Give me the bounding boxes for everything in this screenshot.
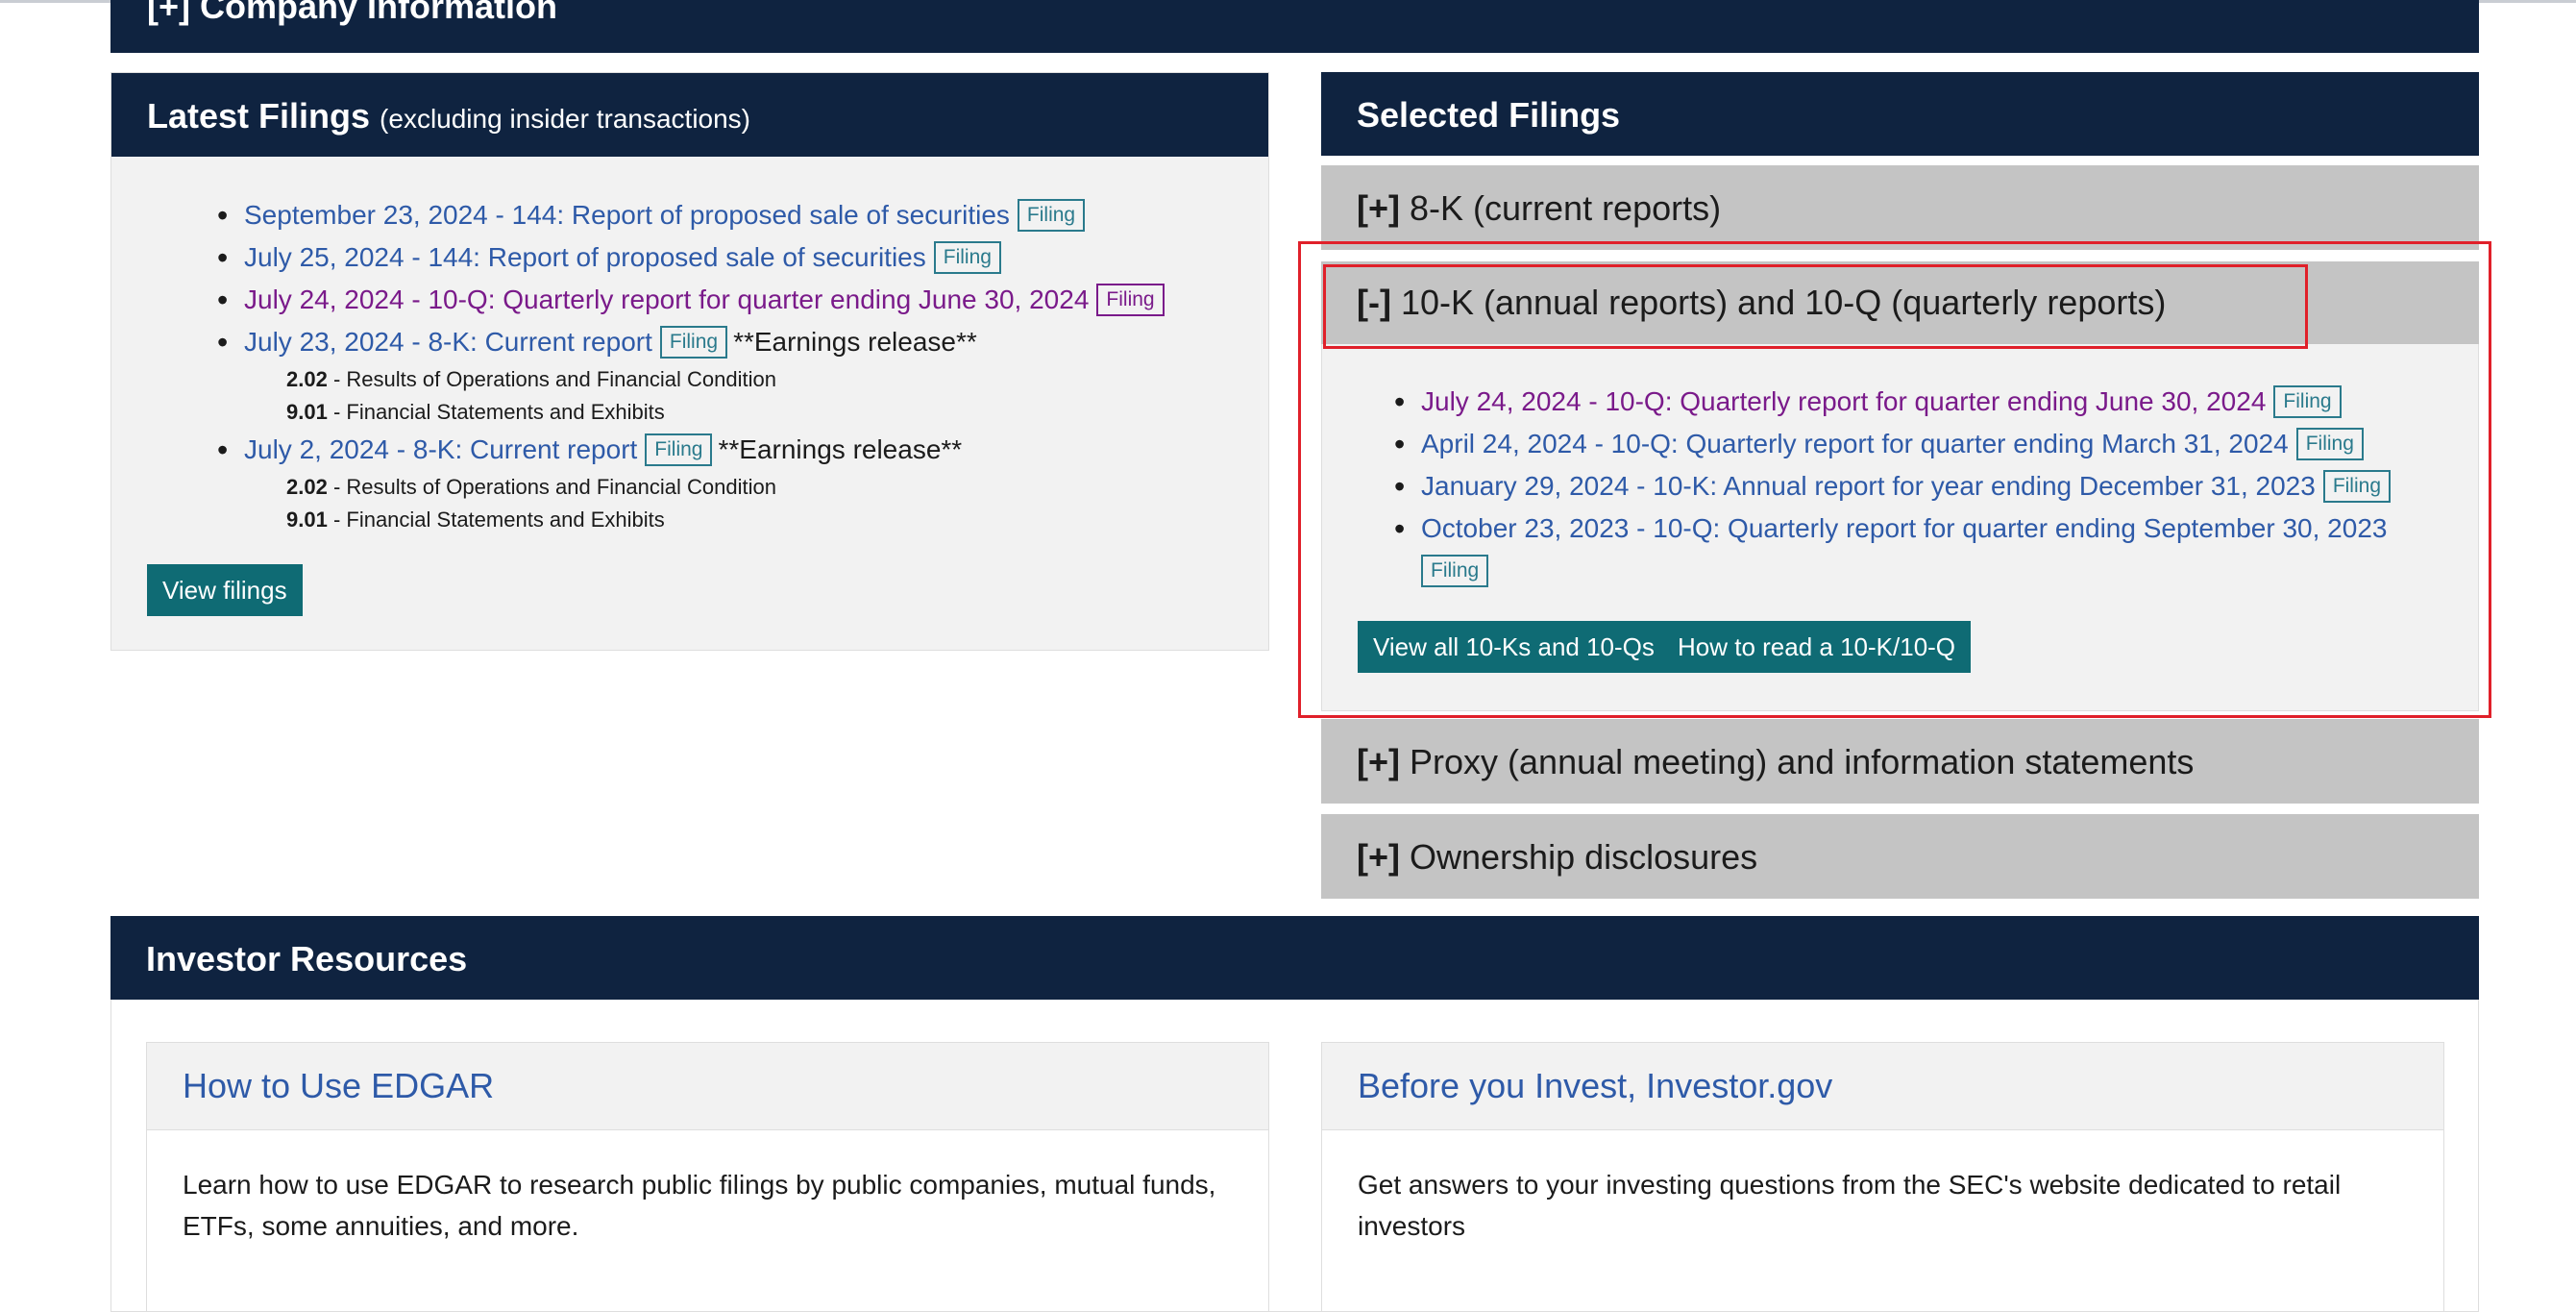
section-toggle-10k-10q[interactable]: [-] 10-K (annual reports) and 10-Q (quar… [1321,261,2479,344]
filing-badge[interactable]: Filing [645,433,713,466]
item-description: - Results of Operations and Financial Co… [327,475,776,499]
investor-resources-header: Investor Resources [110,916,2479,1000]
filing-link[interactable]: October 23, 2023 - 10-Q: Quarterly repor… [1421,513,2387,543]
list-item: July 25, 2024 - 144: Report of proposed … [217,236,1165,279]
item-description: - Financial Statements and Exhibits [327,507,665,532]
company-information-label: [+] Company Information [147,0,558,26]
filing-link[interactable]: July 24, 2024 - 10-Q: Quarterly report f… [244,285,1089,314]
item-code: 2.02 [286,475,328,499]
section-toggle-8k[interactable]: [+] 8-K (current reports) [1321,165,2479,250]
company-information-toggle[interactable]: [+] Company Information [110,0,2479,53]
item-code: 9.01 [286,507,328,532]
latest-filings-title: Latest Filings (excluding insider transa… [147,96,750,136]
section-label-text: Ownership disclosures [1410,837,1758,877]
list-item: April 24, 2024 - 10-Q: Quarterly report … [1394,423,2391,465]
filing-link[interactable]: July 24, 2024 - 10-Q: Quarterly report f… [1421,386,2266,416]
section-label-proxy: [+] Proxy (annual meeting) and informati… [1357,742,2194,782]
investor-resources-title: Investor Resources [146,939,468,978]
section-label-text: Proxy (annual meeting) and information s… [1410,742,2195,781]
expand-toggle: [+] [1357,742,1400,781]
filing-link[interactable]: April 24, 2024 - 10-Q: Quarterly report … [1421,429,2289,458]
section-body-10k-10q: July 24, 2024 - 10-Q: Quarterly report f… [1321,344,2479,711]
section-toggle-ownership[interactable]: [+] Ownership disclosures [1321,814,2479,899]
filing-link[interactable]: January 29, 2024 - 10-K: Annual report f… [1421,471,2316,501]
card-header: Before you Invest, Investor.gov [1322,1043,2443,1130]
latest-filings-panel: Latest Filings (excluding insider transa… [110,72,1269,651]
card-description: Get answers to your investing questions … [1358,1170,2342,1241]
filing-badge[interactable]: Filing [1421,555,1489,587]
filing-badge[interactable]: Filing [2295,428,2364,460]
list-item: September 23, 2024 - 144: Report of prop… [217,194,1165,236]
latest-filings-subtitle: (excluding insider transactions) [380,104,751,134]
resource-card-edgar: How to Use EDGAR Learn how to use EDGAR … [146,1042,1269,1312]
filing-badge[interactable]: Filing [659,326,728,359]
filing-badge[interactable]: Filing [2322,470,2391,503]
investor-gov-link[interactable]: Before you Invest, Investor.gov [1358,1066,1832,1106]
how-to-read-10k-button[interactable]: How to read a 10-K/10-Q [1662,621,1972,673]
collapse-toggle: [-] [1357,283,1391,322]
view-all-10k-10q-button[interactable]: View all 10-Ks and 10-Qs [1358,621,1670,673]
item-code: 2.02 [286,367,328,391]
card-description: Learn how to use EDGAR to research publi… [183,1170,1216,1241]
list-item: July 23, 2024 - 8-K: Current reportFilin… [217,321,1165,363]
card-header: How to Use EDGAR [147,1043,1268,1130]
filing-link[interactable]: July 2, 2024 - 8-K: Current report [244,434,637,464]
filing-badge[interactable]: Filing [2273,385,2342,418]
section-label-10k-10q: [-] 10-K (annual reports) and 10-Q (quar… [1357,283,2166,323]
item-description: - Financial Statements and Exhibits [327,400,665,424]
list-item: January 29, 2024 - 10-K: Annual report f… [1394,465,2391,507]
item-detail: 2.02 - Results of Operations and Financi… [217,471,1165,504]
selected-filings-header: Selected Filings [1321,72,2479,156]
how-to-use-edgar-link[interactable]: How to Use EDGAR [183,1066,494,1106]
selected-filings-title: Selected Filings [1357,95,1621,135]
item-detail: 2.02 - Results of Operations and Financi… [217,363,1165,396]
expand-toggle: [+] [1357,188,1400,228]
latest-filings-list: September 23, 2024 - 144: Report of prop… [217,194,1165,536]
section-label-text: 10-K (annual reports) and 10-Q (quarterl… [1400,283,2167,322]
latest-filings-header: Latest Filings (excluding insider transa… [111,73,1268,157]
item-detail: 9.01 - Financial Statements and Exhibits [217,504,1165,536]
list-item: July 2, 2024 - 8-K: Current report Filing… [217,429,1165,471]
view-filings-button[interactable]: View filings [147,564,303,616]
list-item: July 24, 2024 - 10-Q: Quarterly report f… [1394,381,2391,423]
filing-link[interactable]: July 23, 2024 - 8-K: Current report [244,327,652,357]
filing-badge[interactable]: Filing [1017,199,1086,232]
resource-card-investor-gov: Before you Invest, Investor.gov Get answ… [1321,1042,2444,1312]
filing-badge[interactable]: Filing [933,241,1001,274]
section-label-text: 8-K (current reports) [1410,188,1722,228]
annual-quarterly-list: July 24, 2024 - 10-Q: Quarterly report f… [1394,381,2391,592]
filing-link[interactable]: July 25, 2024 - 144: Report of proposed … [244,242,926,272]
earnings-note: **Earnings release** [733,327,977,357]
list-item: October 23, 2023 - 10-Q: Quarterly repor… [1394,507,2391,592]
filing-badge[interactable]: Filing [1096,284,1165,316]
filing-link[interactable]: September 23, 2024 - 144: Report of prop… [244,200,1010,230]
item-code: 9.01 [286,400,328,424]
earnings-note: **Earnings release** [718,434,963,464]
section-toggle-proxy[interactable]: [+] Proxy (annual meeting) and informati… [1321,719,2479,804]
section-label-8k: [+] 8-K (current reports) [1357,188,1721,229]
item-description: - Results of Operations and Financial Co… [327,367,776,391]
section-label-ownership: [+] Ownership disclosures [1357,837,1757,878]
latest-filings-title-text: Latest Filings [147,96,371,136]
expand-toggle: [+] [1357,837,1400,877]
list-item: July 24, 2024 - 10-Q: Quarterly report f… [217,279,1165,321]
item-detail: 9.01 - Financial Statements and Exhibits [217,396,1165,429]
